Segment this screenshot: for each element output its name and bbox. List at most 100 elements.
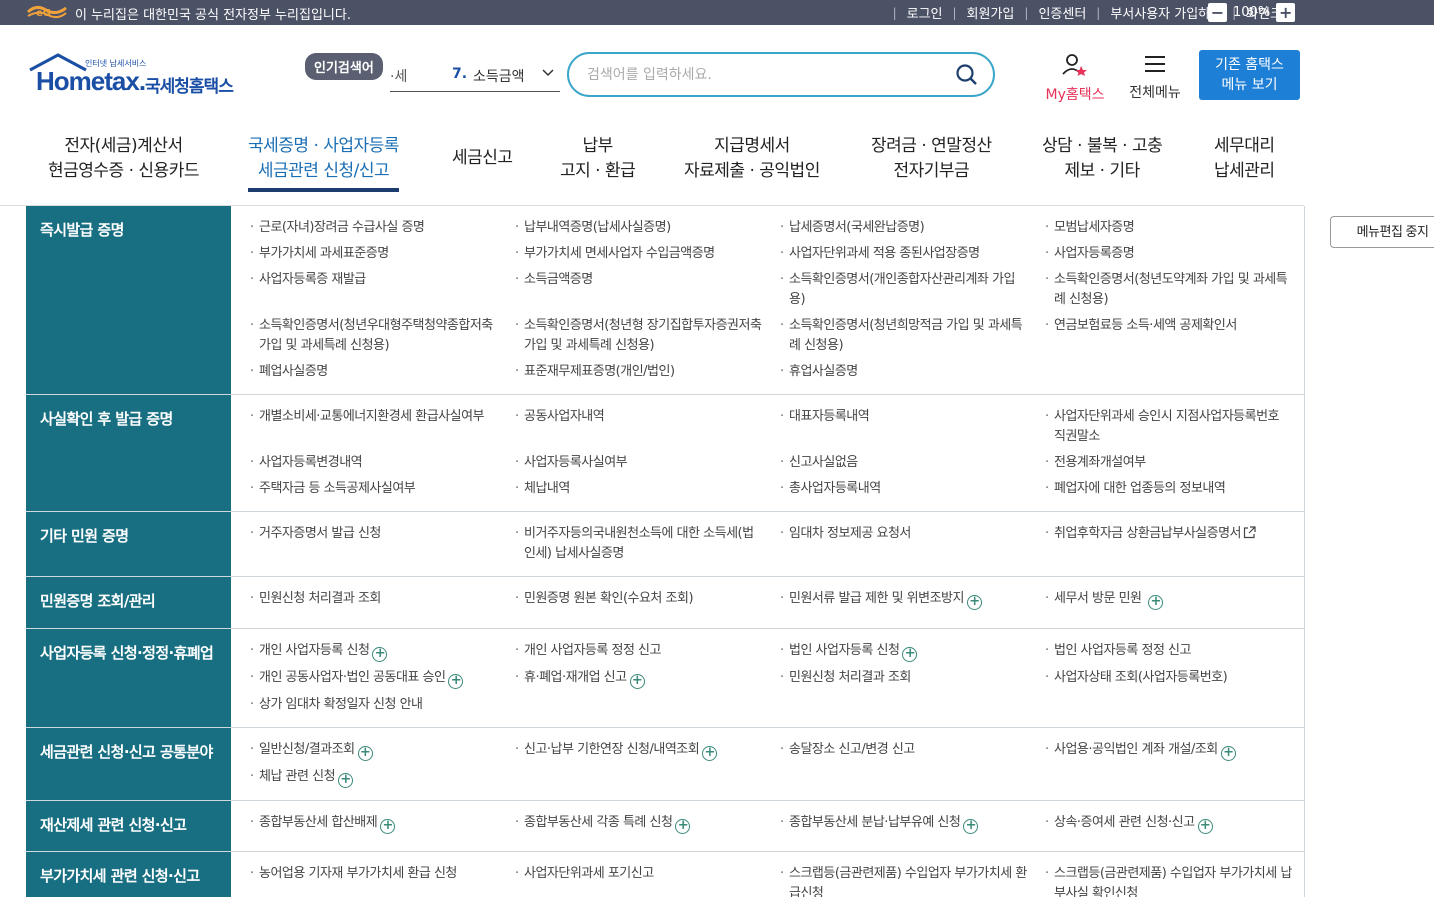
menu-link[interactable]: 임대차 정보제공 요청서 <box>777 524 1027 544</box>
menu-link[interactable]: 송달장소 신고/변경 신고 <box>777 740 1027 760</box>
expand-plus-icon[interactable]: + <box>702 746 718 761</box>
menu-link[interactable]: 폐업사실증명 <box>247 362 497 382</box>
gnb-tax-certificate[interactable]: 국세증명 · 사업자등록 세금관련 신청/신고 <box>248 134 399 192</box>
gnb-consult-appeal[interactable]: 상담 · 불복 · 고충 제보 · 기타 <box>1042 134 1163 184</box>
menu-link[interactable]: 전용계좌개설여부 <box>1042 453 1292 473</box>
gnb-tax-filing[interactable]: 세금신고 <box>452 146 513 171</box>
menu-link[interactable]: 사업자단위과세 포기신고 <box>512 864 762 884</box>
expand-plus-icon[interactable]: + <box>1148 595 1164 610</box>
expand-plus-icon[interactable]: + <box>963 819 979 834</box>
cert-center-link[interactable]: 인증센터 <box>1038 3 1086 22</box>
zoom-out-button[interactable]: − <box>1208 3 1227 22</box>
gnb-e-invoice[interactable]: 전자(세금)계산서 현금영수증 · 신용카드 <box>48 134 199 184</box>
search-icon[interactable] <box>955 63 979 87</box>
menu-link[interactable]: 민원신청 처리결과 조회 <box>777 668 1027 688</box>
menu-link[interactable]: 사업자단위과세 승인시 지점사업자등록번호 직권말소 <box>1042 407 1292 447</box>
menu-link[interactable]: 농어업용 기자재 부가가치세 환급 신청 <box>247 864 497 884</box>
expand-plus-icon[interactable]: + <box>1197 819 1213 834</box>
menu-link[interactable]: 모범납세자증명 <box>1042 218 1292 238</box>
menu-link[interactable]: 휴·폐업·재개업 신고+ <box>512 668 762 689</box>
menu-link[interactable]: 민원증명 원본 확인(수요처 조회) <box>512 589 762 609</box>
keyword-rank: 7. <box>452 66 468 82</box>
stop-menu-edit-button[interactable]: 메뉴편집 중지 <box>1330 216 1434 248</box>
menu-link[interactable]: 총사업자등록내역 <box>777 479 1027 499</box>
menu-link[interactable]: 거주자증명서 발급 신청 <box>247 524 497 544</box>
menu-link[interactable]: 사업자등록증명 <box>1042 244 1292 264</box>
chevron-down-icon[interactable] <box>542 68 554 78</box>
menu-link[interactable]: 상속·증여세 관련 신청·신고+ <box>1042 813 1292 834</box>
gnb-payment-statement[interactable]: 지급명세서 자료제출 · 공익법인 <box>684 134 820 184</box>
menu-link[interactable]: 체납내역 <box>512 479 762 499</box>
menu-link[interactable]: 개인 사업자등록 신청+ <box>247 641 497 662</box>
menu-link[interactable]: 소득확인증명서(청년희망적금 가입 및 과세특례 신청용) <box>777 316 1027 356</box>
dept-user-signup-link[interactable]: 부서사용자 가입하기 <box>1110 3 1222 22</box>
menu-link[interactable]: 부가가치세 면세사업자 수입금액증명 <box>512 244 762 264</box>
all-menu-button[interactable]: 전체메뉴 <box>1123 52 1187 102</box>
my-hometax-button[interactable]: My홈택스 <box>1040 52 1110 104</box>
menu-link[interactable]: 개인 사업자등록 정정 신고 <box>512 641 762 661</box>
menu-link[interactable]: 폐업자에 대한 업종등의 정보내역 <box>1042 479 1292 499</box>
menu-link[interactable]: 소득확인증명서(개인종합자산관리계좌 가입용) <box>777 270 1027 310</box>
menu-link[interactable]: 부가가치세 과세표준증명 <box>247 244 497 264</box>
old-homepage-menu-button[interactable]: 기존 홈택스 메뉴 보기 <box>1199 50 1300 100</box>
menu-link[interactable]: 사업자등록사실여부 <box>512 453 762 473</box>
menu-link[interactable]: 체납 관련 신청+ <box>247 767 497 788</box>
menu-link[interactable]: 납세증명서(국세완납증명) <box>777 218 1027 238</box>
menu-link[interactable]: 소득확인증명서(청년우대형주택청약종합저축 가입 및 과세특례 신청용) <box>247 316 497 356</box>
expand-plus-icon[interactable]: + <box>902 647 918 662</box>
menu-link[interactable]: 스크랩등(금관련제품) 수입업자 부가가치세 환급신청 <box>777 864 1027 897</box>
menu-link[interactable]: 표준재무제표증명(개인/법인) <box>512 362 762 382</box>
gnb-incentive-year-end[interactable]: 장려금 · 연말정산 전자기부금 <box>871 134 992 184</box>
keyword-text[interactable]: 소득금액 <box>473 66 525 86</box>
menu-link[interactable]: 법인 사업자등록 신청+ <box>777 641 1027 662</box>
expand-plus-icon[interactable]: + <box>448 674 464 689</box>
menu-link[interactable]: 종합부동산세 합산배제+ <box>247 813 497 834</box>
menu-link[interactable]: 일반신청/결과조회+ <box>247 740 497 761</box>
gnb-payment[interactable]: 납부 고지 · 환급 <box>560 134 636 184</box>
expand-plus-icon[interactable]: + <box>357 746 373 761</box>
menu-link[interactable]: 휴업사실증명 <box>777 362 1027 382</box>
menu-link[interactable]: 스크랩등(금관련제품) 수입업자 부가가치세 납부사실 확인신청 <box>1042 864 1292 897</box>
menu-link[interactable]: 민원서류 발급 제한 및 위변조방지+ <box>777 589 1037 610</box>
menu-link[interactable]: 연금보험료등 소득·세액 공제확인서 <box>1042 316 1292 336</box>
menu-link[interactable]: 사업용·공익법인 계좌 개설/조회+ <box>1042 740 1302 761</box>
menu-link[interactable]: 상가 임대차 확정일자 신청 안내 <box>247 695 497 715</box>
menu-link[interactable]: 종합부동산세 분납·납부유예 신청+ <box>777 813 1037 834</box>
menu-link[interactable]: 개별소비세·교통에너지환경세 환급사실여부 <box>247 407 497 427</box>
menu-link[interactable]: 대표자등록내역 <box>777 407 1027 427</box>
menu-link[interactable]: 신고·납부 기한연장 신청/내역조회+ <box>512 740 772 761</box>
expand-plus-icon[interactable]: + <box>1220 746 1236 761</box>
gnb-tax-agent[interactable]: 세무대리 납세관리 <box>1214 134 1275 184</box>
search-input[interactable] <box>587 63 937 87</box>
menu-link[interactable]: 사업자등록변경내역 <box>247 453 497 473</box>
expand-plus-icon[interactable]: + <box>338 773 354 788</box>
menu-link[interactable]: 사업자등록증 재발급 <box>247 270 497 290</box>
expand-plus-icon[interactable]: + <box>372 647 388 662</box>
menu-link[interactable]: 세무서 방문 민원 + <box>1042 589 1292 610</box>
menu-link[interactable]: 비거주자등의국내원천소득에 대한 소득세(법인세) 납세사실증명 <box>512 524 762 564</box>
menu-link[interactable]: 종합부동산세 각종 특례 신청+ <box>512 813 762 834</box>
menu-link[interactable]: 소득확인증명서(청년도약계좌 가입 및 과세특례 신청용) <box>1042 270 1292 310</box>
menu-link[interactable]: 사업자상태 조회(사업자등록번호) <box>1042 668 1292 688</box>
menu-link[interactable]: 개인 공동사업자·법인 공동대표 승인+ <box>247 668 507 689</box>
expand-plus-icon[interactable]: + <box>629 674 645 689</box>
login-link[interactable]: 로그인 <box>907 3 943 22</box>
menu-link[interactable]: 사업자단위과세 적용 종된사업장증명 <box>777 244 1027 264</box>
menu-link[interactable]: 소득금액증명 <box>512 270 762 290</box>
menu-link[interactable]: 주택자금 등 소득공제사실여부 <box>247 479 497 499</box>
hometax-logo[interactable]: 인터넷 납세서비스 Hometax. 국세청홈택스 <box>28 52 248 102</box>
menu-link[interactable]: 신고사실없음 <box>777 453 1027 473</box>
menu-link[interactable]: 취업후학자금 상환금납부사실증명서 <box>1042 524 1312 544</box>
menu-link[interactable]: 근로(자녀)장려금 수급사실 증명 <box>247 218 497 238</box>
menu-link[interactable]: 소득확인증명서(청년형 장기집합투자증권저축 가입 및 과세특례 신청용) <box>512 316 762 356</box>
menu-link[interactable]: 공동사업자내역 <box>512 407 762 427</box>
popular-keyword-rolling[interactable]: ·세 7. 소득금액 <box>390 60 560 92</box>
expand-plus-icon[interactable]: + <box>380 819 396 834</box>
zoom-in-button[interactable]: + <box>1276 3 1296 22</box>
signup-link[interactable]: 회원가입 <box>967 3 1015 22</box>
menu-link[interactable]: 민원신청 처리결과 조회 <box>247 589 497 609</box>
expand-plus-icon[interactable]: + <box>675 819 691 834</box>
expand-plus-icon[interactable]: + <box>966 595 982 610</box>
menu-link[interactable]: 납부내역증명(납세사실증명) <box>512 218 762 238</box>
menu-link[interactable]: 법인 사업자등록 정정 신고 <box>1042 641 1292 661</box>
